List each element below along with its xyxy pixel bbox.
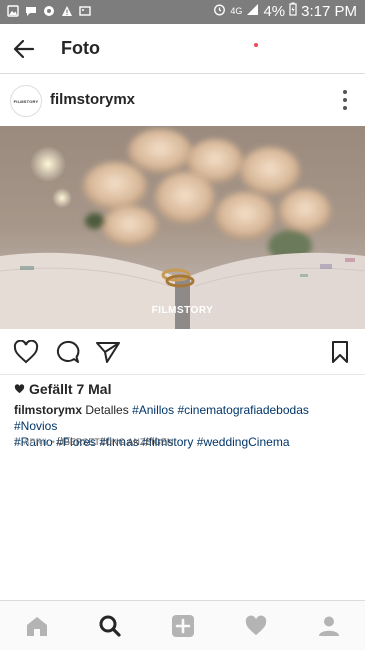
hashtag[interactable]: #Novios xyxy=(14,419,57,433)
nav-home[interactable] xyxy=(24,613,50,639)
post-username[interactable]: filmstorymx xyxy=(50,91,135,108)
more-options-button[interactable] xyxy=(339,88,351,112)
signal-icon xyxy=(246,3,259,20)
search-icon xyxy=(99,615,121,637)
notification-icons xyxy=(6,4,92,18)
more-dot-icon xyxy=(343,90,347,94)
photo-watermark: FILMSTORY xyxy=(151,305,214,316)
gallery-notification-icon xyxy=(78,4,92,18)
save-button[interactable] xyxy=(326,339,354,365)
bottom-navigation xyxy=(0,600,365,650)
caption-username[interactable]: filmstorymx xyxy=(14,403,82,417)
battery-icon xyxy=(289,2,297,20)
hashtag[interactable]: #weddingCinema xyxy=(197,435,290,449)
system-status: 4G 4% 3:17 PM xyxy=(213,2,357,20)
translate-link[interactable]: ÜBERSETZUNG ANZEIGEN xyxy=(57,437,173,447)
back-button[interactable] xyxy=(10,36,38,62)
more-dot-icon xyxy=(343,106,347,110)
network-type: 4G xyxy=(230,5,243,16)
warning-icon xyxy=(60,4,74,18)
clock: 3:17 PM xyxy=(301,2,357,20)
post-meta: 7. APRIL • ÜBERSETZUNG ANZEIGEN xyxy=(14,437,173,447)
post-photo[interactable]: FILMSTORY xyxy=(0,126,365,329)
nav-search[interactable] xyxy=(97,613,123,639)
profile-icon xyxy=(319,616,339,636)
comment-icon xyxy=(56,340,80,363)
notification-dot xyxy=(254,43,258,47)
likes-label: Gefällt 7 Mal xyxy=(29,381,112,397)
alarm-icon xyxy=(213,3,226,20)
nav-add[interactable] xyxy=(170,613,196,639)
add-post-icon xyxy=(172,615,194,637)
share-send-icon xyxy=(96,342,120,363)
page-title: Foto xyxy=(61,38,100,58)
nav-profile[interactable] xyxy=(316,613,342,639)
hashtag[interactable]: #Anillos xyxy=(132,403,174,417)
chat-notification-icon xyxy=(24,4,38,18)
back-arrow-icon xyxy=(13,39,35,59)
image-notification-icon xyxy=(6,4,20,18)
nav-activity[interactable] xyxy=(243,613,269,639)
battery-percent: 4% xyxy=(263,2,286,20)
caption-text: Detalles xyxy=(85,403,129,417)
avatar[interactable]: FILMSTORY xyxy=(10,85,42,117)
status-bar: 4G 4% 3:17 PM xyxy=(0,0,365,24)
meta-separator: • xyxy=(51,437,55,447)
post-actions xyxy=(0,329,365,375)
app-header: Foto xyxy=(0,24,365,74)
comment-button[interactable] xyxy=(53,339,81,365)
heart-filled-icon xyxy=(14,384,25,394)
post-header: FILMSTORY filmstorymx xyxy=(0,74,365,126)
bubble-notification-icon xyxy=(42,4,56,18)
activity-heart-icon xyxy=(245,615,267,636)
avatar-logo-text: FILMSTORY xyxy=(13,98,39,104)
post-date: 7. APRIL xyxy=(14,437,50,447)
like-button[interactable] xyxy=(12,339,40,365)
likes-count[interactable]: Gefällt 7 Mal xyxy=(14,381,111,397)
share-button[interactable] xyxy=(94,339,122,365)
more-dot-icon xyxy=(343,98,347,102)
home-icon xyxy=(27,617,47,636)
caption-line-1: filmstorymx Detalles #Anillos #cinematog… xyxy=(14,402,354,434)
hashtag[interactable]: #cinematografiadebodas xyxy=(177,403,308,417)
bookmark-icon xyxy=(332,341,348,363)
heart-outline-icon xyxy=(13,340,39,364)
